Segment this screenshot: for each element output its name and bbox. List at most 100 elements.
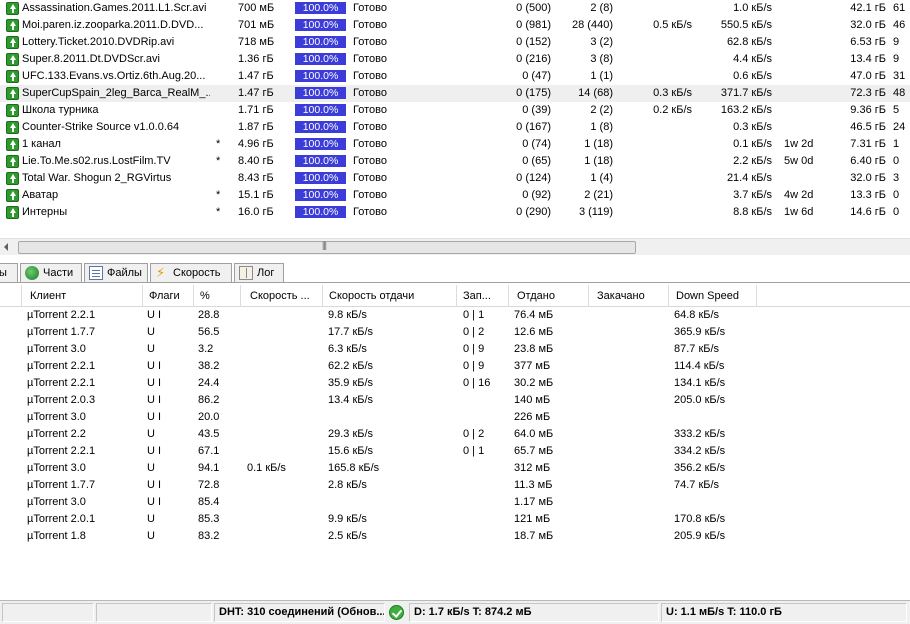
torrent-row[interactable]: Школа турника 1.71 гБ 100.0% Готово 0 (39) 2 … (0, 102, 910, 119)
tab-files[interactable]: Файлы (84, 263, 148, 283)
torrent-ratio: 61 (893, 2, 906, 14)
seeding-arrow-icon (6, 19, 19, 32)
peer-percent: 94.1 (198, 462, 220, 474)
speed-icon (155, 264, 169, 282)
column-downloaded[interactable]: Закачано (589, 285, 669, 307)
peer-row[interactable]: µTorrent 2.2 U 43.5 29.3 кБ/s 0 | 2 64.0 мБ 33… (0, 426, 910, 443)
tab-pieces[interactable]: Части (20, 263, 82, 283)
torrent-row[interactable]: Интерны * 16.0 гБ 100.0% Готово 0 (290) 3 (119… (0, 204, 910, 221)
peer-flags: U I (147, 394, 162, 406)
peer-uploaded: 64.0 мБ (514, 428, 554, 440)
torrent-seeds: 0 (65) (522, 155, 551, 167)
peer-row[interactable]: µTorrent 2.2.1 U I 24.4 35.9 кБ/s 0 | 16 30.2… (0, 375, 910, 392)
peer-row[interactable]: µTorrent 2.2.1 U I 28.8 9.8 кБ/s 0 | 1 76.4 м… (0, 307, 910, 324)
torrent-eta (784, 170, 834, 187)
peer-client: µTorrent 3.0 (27, 343, 86, 355)
peer-down-speed: 170.8 кБ/s (674, 513, 726, 525)
peer-download-speed (247, 392, 322, 409)
torrent-up-speed: 2.2 кБ/s (733, 155, 772, 167)
column-client[interactable]: Клиент (22, 285, 143, 307)
column-percent[interactable]: % (194, 285, 241, 307)
torrent-status: Готово (353, 155, 387, 167)
peer-requests (463, 409, 507, 426)
torrent-seeds: 0 (981) (516, 19, 551, 31)
torrent-peers: 1 (18) (584, 155, 613, 167)
tab-log[interactable]: Лог (234, 263, 284, 283)
torrent-up-speed: 0.6 кБ/s (733, 70, 772, 82)
peer-uploaded: 1.17 мБ (514, 496, 554, 508)
peers-table[interactable]: Клиент Флаги % Скорость ... Скорость отд… (0, 285, 910, 600)
torrent-row[interactable]: SuperCupSpain_2leg_Barca_RealM_... 1.47 г… (0, 85, 910, 102)
torrent-eta (784, 68, 834, 85)
tab-peers[interactable]: ы (0, 263, 18, 283)
peer-uploaded: 30.2 мБ (514, 377, 554, 389)
torrent-row[interactable]: Lottery.Ticket.2010.DVDRip.avi 718 мБ 100.… (0, 34, 910, 51)
pieces-icon (25, 266, 39, 280)
tab-pieces-label: Части (43, 267, 74, 279)
torrent-down-speed: 0.5 кБ/s (653, 19, 692, 31)
seeding-arrow-icon (6, 155, 19, 168)
peer-requests (463, 494, 507, 511)
peer-download-speed (247, 494, 322, 511)
network-ok-icon[interactable] (389, 605, 404, 620)
scroll-left-arrow-icon[interactable] (2, 242, 12, 252)
column-peer-down-speed[interactable]: Down Speed (669, 285, 757, 307)
status-segment-2 (96, 603, 212, 622)
peer-download-speed (247, 443, 322, 460)
torrent-eta (784, 17, 834, 34)
peer-row[interactable]: µTorrent 2.2.1 U I 67.1 15.6 кБ/s 0 | 1 65.7 … (0, 443, 910, 460)
column-uploaded[interactable]: Отдано (509, 285, 589, 307)
torrent-ratio: 9 (893, 53, 900, 65)
torrent-row[interactable]: Total War. Shogun 2_RGVirtus 8.43 гБ 100.0… (0, 170, 910, 187)
horizontal-scrollbar[interactable]: ||| (0, 238, 910, 255)
torrent-progress: 100.0% (295, 121, 346, 133)
peer-row[interactable]: µTorrent 3.0 U 3.2 6.3 кБ/s 0 | 9 23.8 мБ 87.7… (0, 341, 910, 358)
peer-row[interactable]: µTorrent 1.7.7 U 56.5 17.7 кБ/s 0 | 2 12.6 мБ… (0, 324, 910, 341)
peer-flags: U I (147, 360, 162, 372)
torrent-up-speed: 4.4 кБ/s (733, 53, 772, 65)
torrent-row[interactable]: 1 канал * 4.96 гБ 100.0% Готово 0 (74) 1 (18) 0… (0, 136, 910, 153)
peer-requests: 0 | 1 (463, 445, 485, 457)
peer-row[interactable]: µTorrent 2.2.1 U I 38.2 62.2 кБ/s 0 | 9 377 м… (0, 358, 910, 375)
column-upload-speed[interactable]: Скорость отдачи (323, 285, 457, 307)
peer-row[interactable]: µTorrent 1.7.7 U I 72.8 2.8 кБ/s 11.3 мБ 74.7… (0, 477, 910, 494)
column-download-speed[interactable]: Скорость ... (241, 285, 323, 307)
peer-flags: U I (147, 445, 162, 457)
peer-row[interactable]: µTorrent 3.0 U 94.1 0.1 кБ/s 165.8 кБ/s 312 м… (0, 460, 910, 477)
torrent-name: Counter-Strike Source v1.0.0.64 (22, 121, 180, 133)
peer-downloaded (596, 443, 668, 460)
torrent-row[interactable]: Moi.paren.iz.zooparka.2011.D.DVD... 701 м… (0, 17, 910, 34)
torrent-row[interactable]: Super.8.2011.Dt.DVDScr.avi 1.36 гБ 100.0% Г… (0, 51, 910, 68)
torrent-row[interactable]: Аватар * 15.1 гБ 100.0% Готово 0 (92) 2 (21) 3.… (0, 187, 910, 204)
torrent-status: Готово (353, 53, 387, 65)
tab-divider (0, 282, 910, 283)
peer-row[interactable]: µTorrent 1.8 U 83.2 2.5 кБ/s 18.7 мБ 205.9 кБ… (0, 528, 910, 545)
peer-requests: 0 | 2 (463, 428, 485, 440)
peer-uploaded: 65.7 мБ (514, 445, 554, 457)
torrent-list[interactable]: Assassination.Games.2011.L1.Scr.avi 700 м… (0, 0, 910, 238)
torrent-row[interactable]: Assassination.Games.2011.L1.Scr.avi 700 м… (0, 0, 910, 17)
peer-upload-speed: 13.4 кБ/s (328, 394, 374, 406)
scrollbar-thumb[interactable] (18, 241, 636, 254)
peer-row[interactable]: µTorrent 3.0 U I 85.4 1.17 мБ (0, 494, 910, 511)
torrent-uploaded: 9.36 гБ (850, 104, 886, 116)
tab-speed[interactable]: Скорость (150, 263, 232, 283)
column-flags[interactable]: Флаги (143, 285, 194, 307)
torrent-seeds: 0 (124) (516, 172, 551, 184)
peer-row[interactable]: µTorrent 3.0 U I 20.0 226 мБ (0, 409, 910, 426)
torrent-row[interactable]: UFC.133.Evans.vs.Ortiz.6th.Aug.20... 1.47… (0, 68, 910, 85)
peer-downloaded (596, 324, 668, 341)
torrent-row[interactable]: Counter-Strike Source v1.0.0.64 1.87 гБ 10… (0, 119, 910, 136)
peer-row[interactable]: µTorrent 2.0.1 U 85.3 9.9 кБ/s 121 мБ 170.8 к… (0, 511, 910, 528)
torrent-up-speed: 550.5 кБ/s (720, 19, 772, 31)
dht-status[interactable]: DHT: 310 соединений (Обнов... (214, 603, 385, 622)
torrent-row[interactable]: Lie.To.Me.s02.rus.LostFilm.TV * 8.40 гБ 100… (0, 153, 910, 170)
torrent-name: Moi.paren.iz.zooparka.2011.D.DVD... (22, 19, 204, 31)
peer-down-speed: 334.2 кБ/s (674, 445, 726, 457)
peer-requests: 0 | 9 (463, 360, 485, 372)
column-requests[interactable]: Зап... (457, 285, 509, 307)
torrent-down-speed (620, 119, 692, 136)
detail-tabs: ы Части Файлы Скорость Лог (0, 255, 910, 285)
peer-download-speed (247, 528, 322, 545)
peer-row[interactable]: µTorrent 2.0.3 U I 86.2 13.4 кБ/s 140 мБ 205.… (0, 392, 910, 409)
